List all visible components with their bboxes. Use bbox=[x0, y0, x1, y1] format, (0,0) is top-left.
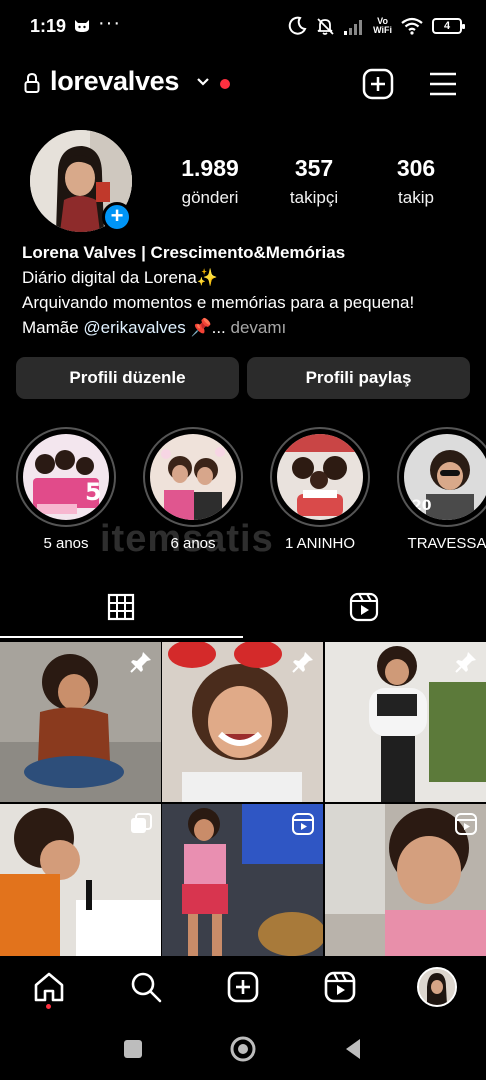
pin-icon bbox=[292, 652, 313, 673]
bio-line-1: Diário digital da Lorena✨ bbox=[22, 268, 218, 287]
edit-profile-button[interactable]: Profili düzenle bbox=[16, 357, 239, 399]
profile-tab-avatar[interactable] bbox=[417, 967, 457, 1007]
recent-apps-icon[interactable] bbox=[122, 1038, 144, 1060]
grid-post[interactable] bbox=[325, 804, 486, 956]
back-icon[interactable] bbox=[342, 1037, 364, 1061]
grid-post[interactable] bbox=[162, 642, 323, 802]
share-profile-button[interactable]: Profili paylaş bbox=[247, 357, 470, 399]
pin-icon bbox=[455, 652, 476, 673]
lock-icon bbox=[24, 72, 40, 93]
reels-icon bbox=[349, 592, 379, 622]
pin-icon bbox=[130, 652, 151, 673]
add-post-icon[interactable] bbox=[362, 68, 394, 100]
highlight-item[interactable]: 1 ANINHO bbox=[270, 427, 370, 552]
reels-icon bbox=[292, 813, 314, 835]
followers-count: 357 bbox=[294, 155, 334, 181]
grid-icon bbox=[107, 593, 135, 621]
status-time: 1:19 bbox=[30, 16, 67, 36]
profile-header: lorevalves bbox=[0, 60, 486, 108]
home-icon[interactable] bbox=[32, 970, 66, 1004]
followers-stat[interactable]: 357 takipçi bbox=[276, 155, 352, 208]
highlight-label: TRAVESSA bbox=[407, 535, 486, 552]
tab-reels[interactable] bbox=[243, 580, 486, 638]
status-more-dots: ··· bbox=[98, 12, 121, 34]
highlight-cover: 20 bbox=[404, 434, 486, 520]
home-notification-dot bbox=[46, 1004, 51, 1009]
hamburger-menu-icon[interactable] bbox=[428, 70, 458, 98]
profile-bio: Lorena Valves | Crescimento&Memórias Diá… bbox=[22, 240, 472, 340]
create-icon[interactable] bbox=[226, 970, 260, 1004]
following-count: 306 bbox=[396, 155, 436, 181]
mention-link[interactable]: @erikavalves bbox=[83, 318, 185, 337]
search-icon[interactable] bbox=[129, 970, 163, 1004]
reels-icon bbox=[455, 813, 477, 835]
system-navigation-bar bbox=[0, 1020, 486, 1080]
svg-text:20: 20 bbox=[412, 498, 432, 514]
following-stat[interactable]: 306 takip bbox=[380, 155, 452, 208]
bottom-navigation bbox=[0, 958, 486, 1020]
profile-avatar[interactable]: + bbox=[30, 130, 132, 232]
highlight-cover: 5 bbox=[23, 434, 109, 520]
grid-post[interactable] bbox=[162, 804, 323, 956]
carousel-icon bbox=[131, 813, 152, 833]
battery-indicator: 4 bbox=[432, 18, 465, 34]
reels-icon[interactable] bbox=[323, 970, 357, 1004]
highlight-label: 1 ANINHO bbox=[284, 535, 356, 552]
bio-line-3: Mamãe @erikavalves 📌... devamı bbox=[22, 318, 287, 337]
grid-post[interactable] bbox=[0, 642, 161, 802]
posts-stat[interactable]: 1.989 gönderi bbox=[168, 155, 252, 208]
bio-more-link[interactable]: devamı bbox=[226, 318, 287, 337]
signal-icon bbox=[344, 20, 363, 35]
grid-post[interactable] bbox=[325, 642, 486, 802]
status-right-group: Vo WiFi 4 bbox=[287, 14, 465, 38]
highlight-item[interactable]: 20 TRAVESSA bbox=[397, 427, 486, 552]
posts-grid bbox=[0, 642, 486, 956]
display-name: Lorena Valves | Crescimento&Memórias bbox=[22, 243, 346, 262]
posts-label: gönderi bbox=[181, 188, 239, 207]
active-tab-indicator bbox=[0, 636, 243, 638]
bell-muted-icon bbox=[317, 18, 334, 35]
highlight-cover bbox=[150, 434, 236, 520]
grid-post[interactable] bbox=[0, 804, 161, 956]
following-label: takip bbox=[398, 188, 434, 207]
username-switcher[interactable]: lorevalves bbox=[50, 66, 179, 97]
followers-label: takipçi bbox=[289, 188, 339, 207]
watermark-overlay: itemsatis bbox=[100, 518, 274, 560]
posts-count: 1.989 bbox=[181, 155, 239, 181]
svg-text:5: 5 bbox=[85, 478, 102, 506]
bio-line-2: Arquivando momentos e memórias para a pe… bbox=[22, 293, 415, 312]
tab-posts-grid[interactable] bbox=[0, 580, 243, 638]
notification-dot bbox=[220, 79, 230, 89]
moon-icon bbox=[288, 16, 307, 35]
cat-notification-icon bbox=[75, 20, 89, 32]
status-bar: 1:19 ··· Vo WiFi 4 bbox=[0, 0, 486, 52]
vowifi-indicator: Vo WiFi bbox=[373, 16, 392, 35]
add-story-button[interactable]: + bbox=[102, 202, 132, 232]
home-button-icon[interactable] bbox=[229, 1035, 257, 1063]
chevron-down-icon[interactable] bbox=[196, 76, 210, 88]
highlight-cover bbox=[277, 434, 363, 520]
wifi-icon bbox=[401, 17, 423, 35]
